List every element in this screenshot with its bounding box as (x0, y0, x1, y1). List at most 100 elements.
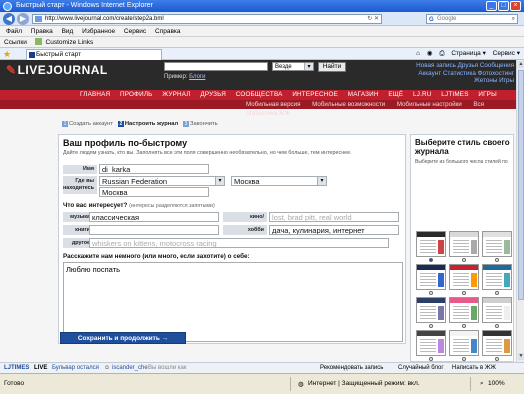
subnav-mobile-version[interactable]: Мобильная версия (246, 101, 300, 108)
style-radio[interactable] (429, 291, 433, 295)
about-heading: Расскажите нам немного (или много, если … (63, 253, 250, 260)
lj-bottom-toolbar: LJTIMES LIVE Бульвар остался ☺ iscander_… (0, 362, 524, 373)
style-radio[interactable] (462, 258, 466, 262)
menu-bar: Файл Правка Вид Избранное Сервис Справка (0, 26, 524, 37)
zoom-level[interactable]: 100% (488, 380, 505, 387)
example-link[interactable]: Блоги (189, 74, 205, 80)
country-select[interactable]: Russian Federation (99, 176, 225, 186)
globe-icon: ◍ (298, 381, 304, 388)
music-input[interactable]: классическая (89, 212, 219, 222)
page-menu[interactable]: Страница ▾ (451, 50, 486, 57)
nav-interesting[interactable]: ИНТЕРЕСНОЕ (292, 91, 338, 98)
style-radio[interactable] (429, 324, 433, 328)
nav-friends[interactable]: ДРУЗЬЯ (200, 91, 226, 98)
scroll-thumb[interactable] (518, 70, 524, 300)
favorites-star-icon[interactable]: ★ (3, 48, 11, 60)
books-input[interactable] (89, 225, 219, 235)
style-radio[interactable] (495, 357, 499, 361)
minimize-button[interactable]: _ (486, 1, 497, 11)
subnav-mobile-features[interactable]: Мобильные возможности (312, 101, 385, 108)
search-icon[interactable]: ⌕ (512, 15, 515, 23)
style-radio[interactable] (495, 258, 499, 262)
refresh-stop-icons[interactable]: ↻ ✕ (367, 15, 379, 23)
maximize-button[interactable]: □ (498, 1, 509, 11)
style-thumb[interactable] (449, 231, 479, 257)
user-links-row-2[interactable]: Аккаунт Статистика Фотохостинг (384, 70, 514, 78)
style-radio[interactable] (495, 291, 499, 295)
nav-home[interactable]: ГЛАВНАЯ (80, 91, 110, 98)
page-content: ✎LIVEJOURNAL Везде Найти Пример: Блоги Н… (0, 60, 516, 362)
profile-form: Ваш профиль по-быстрому Дайте людям узна… (58, 134, 406, 344)
menu-edit[interactable]: Правка (31, 28, 53, 35)
nav-journal[interactable]: ЖУРНАЛ (162, 91, 190, 98)
home-icon[interactable]: ⌂ (416, 50, 420, 57)
style-thumb[interactable] (416, 297, 446, 323)
status-bar: Готово ◍ Интернет | Защищенный режим: вк… (0, 373, 524, 394)
lj-search-scope-select[interactable]: Везде (272, 62, 314, 71)
style-radio[interactable] (429, 258, 433, 262)
name-input[interactable]: di_karka (99, 164, 209, 174)
menu-favorites[interactable]: Избранное (82, 28, 115, 35)
style-thumb[interactable] (449, 330, 479, 356)
style-thumb[interactable] (482, 297, 512, 323)
style-radio[interactable] (462, 357, 466, 361)
back-icon[interactable]: ◀ (3, 13, 15, 25)
customize-links-link[interactable]: Customize Links (46, 39, 94, 46)
address-bar: ◀ ▶ http://www.livejournal.com/create/st… (0, 12, 524, 26)
style-thumb[interactable] (449, 264, 479, 290)
user-links-row-1[interactable]: Новая запись Друзья Сообщения (384, 62, 514, 70)
style-radio[interactable] (462, 324, 466, 328)
feeds-icon[interactable]: ◉ (427, 50, 433, 57)
close-button[interactable]: × (510, 1, 521, 11)
page-scrollbar[interactable]: ▲ ▼ (516, 60, 524, 362)
save-continue-button[interactable]: Сохранить и продолжить → (60, 332, 186, 344)
tools-menu[interactable]: Сервис ▾ (493, 50, 520, 57)
google-icon: G (429, 17, 434, 23)
nav-games[interactable]: ИГРЫ (478, 91, 497, 98)
style-radio[interactable] (429, 357, 433, 361)
url-input[interactable]: http://www.livejournal.com/create/step2a… (32, 14, 382, 24)
forward-icon[interactable]: ▶ (17, 13, 29, 25)
style-thumb[interactable] (482, 264, 512, 290)
step-1: 1 Создать аккаунт (62, 121, 113, 127)
style-radio[interactable] (495, 324, 499, 328)
style-thumb[interactable] (416, 231, 446, 257)
hobby-label: хобби (223, 225, 267, 235)
menu-tools[interactable]: Сервис (124, 28, 146, 35)
nav-communities[interactable]: СООБЩЕСТВА (236, 91, 283, 98)
browser-tab[interactable]: Быстрый старт (26, 49, 162, 60)
menu-file[interactable]: Файл (6, 28, 22, 35)
hobby-input[interactable]: дача, кулинария, интернет (269, 225, 399, 235)
lj-logo[interactable]: ✎LIVEJOURNAL (6, 63, 108, 77)
nav-more[interactable]: ЕЩЁ (388, 91, 403, 98)
search-input[interactable]: G Google ⌕ (426, 14, 518, 24)
nav-ljtimes[interactable]: LJTIMES (441, 91, 468, 98)
style-radio[interactable] (462, 291, 466, 295)
print-icon[interactable]: ⎙ (439, 50, 444, 57)
style-picker-note: Выберите из большого числа стилей по (415, 159, 508, 165)
lj-main-nav: ГЛАВНАЯ ПРОФИЛЬ ЖУРНАЛ ДРУЗЬЯ СООБЩЕСТВА… (0, 90, 516, 100)
style-thumb[interactable] (449, 297, 479, 323)
menu-help[interactable]: Справка (155, 28, 181, 35)
nav-ljru[interactable]: LJ.RU (413, 91, 432, 98)
other-input[interactable]: whiskers on kittens, motocross racing (89, 238, 389, 248)
style-thumb[interactable] (482, 330, 512, 356)
style-thumb[interactable] (416, 330, 446, 356)
lj-search-input[interactable] (164, 62, 268, 71)
menu-view[interactable]: Вид (62, 28, 74, 35)
nav-profile[interactable]: ПРОФИЛЬ (120, 91, 152, 98)
films-input[interactable]: lost, brad pitt, real world (269, 212, 399, 222)
location-label: Где вы находитесь (63, 176, 97, 194)
scroll-down-icon[interactable]: ▼ (518, 353, 524, 360)
subnav-mobile-settings[interactable]: Мобильные настройки (397, 101, 462, 108)
user-links-row-3[interactable]: Жетоны Игры (384, 77, 514, 85)
customize-links-icon (34, 38, 42, 45)
nav-shop[interactable]: МАГАЗИН (348, 91, 379, 98)
scroll-up-icon[interactable]: ▲ (518, 61, 524, 68)
region-select[interactable]: Москва (231, 176, 327, 186)
lj-search-button[interactable]: Найти (318, 62, 346, 72)
style-thumb[interactable] (482, 231, 512, 257)
city-input[interactable]: Москва (99, 187, 209, 197)
about-textarea[interactable]: Люблю поспать (63, 262, 403, 342)
style-thumb[interactable] (416, 264, 446, 290)
